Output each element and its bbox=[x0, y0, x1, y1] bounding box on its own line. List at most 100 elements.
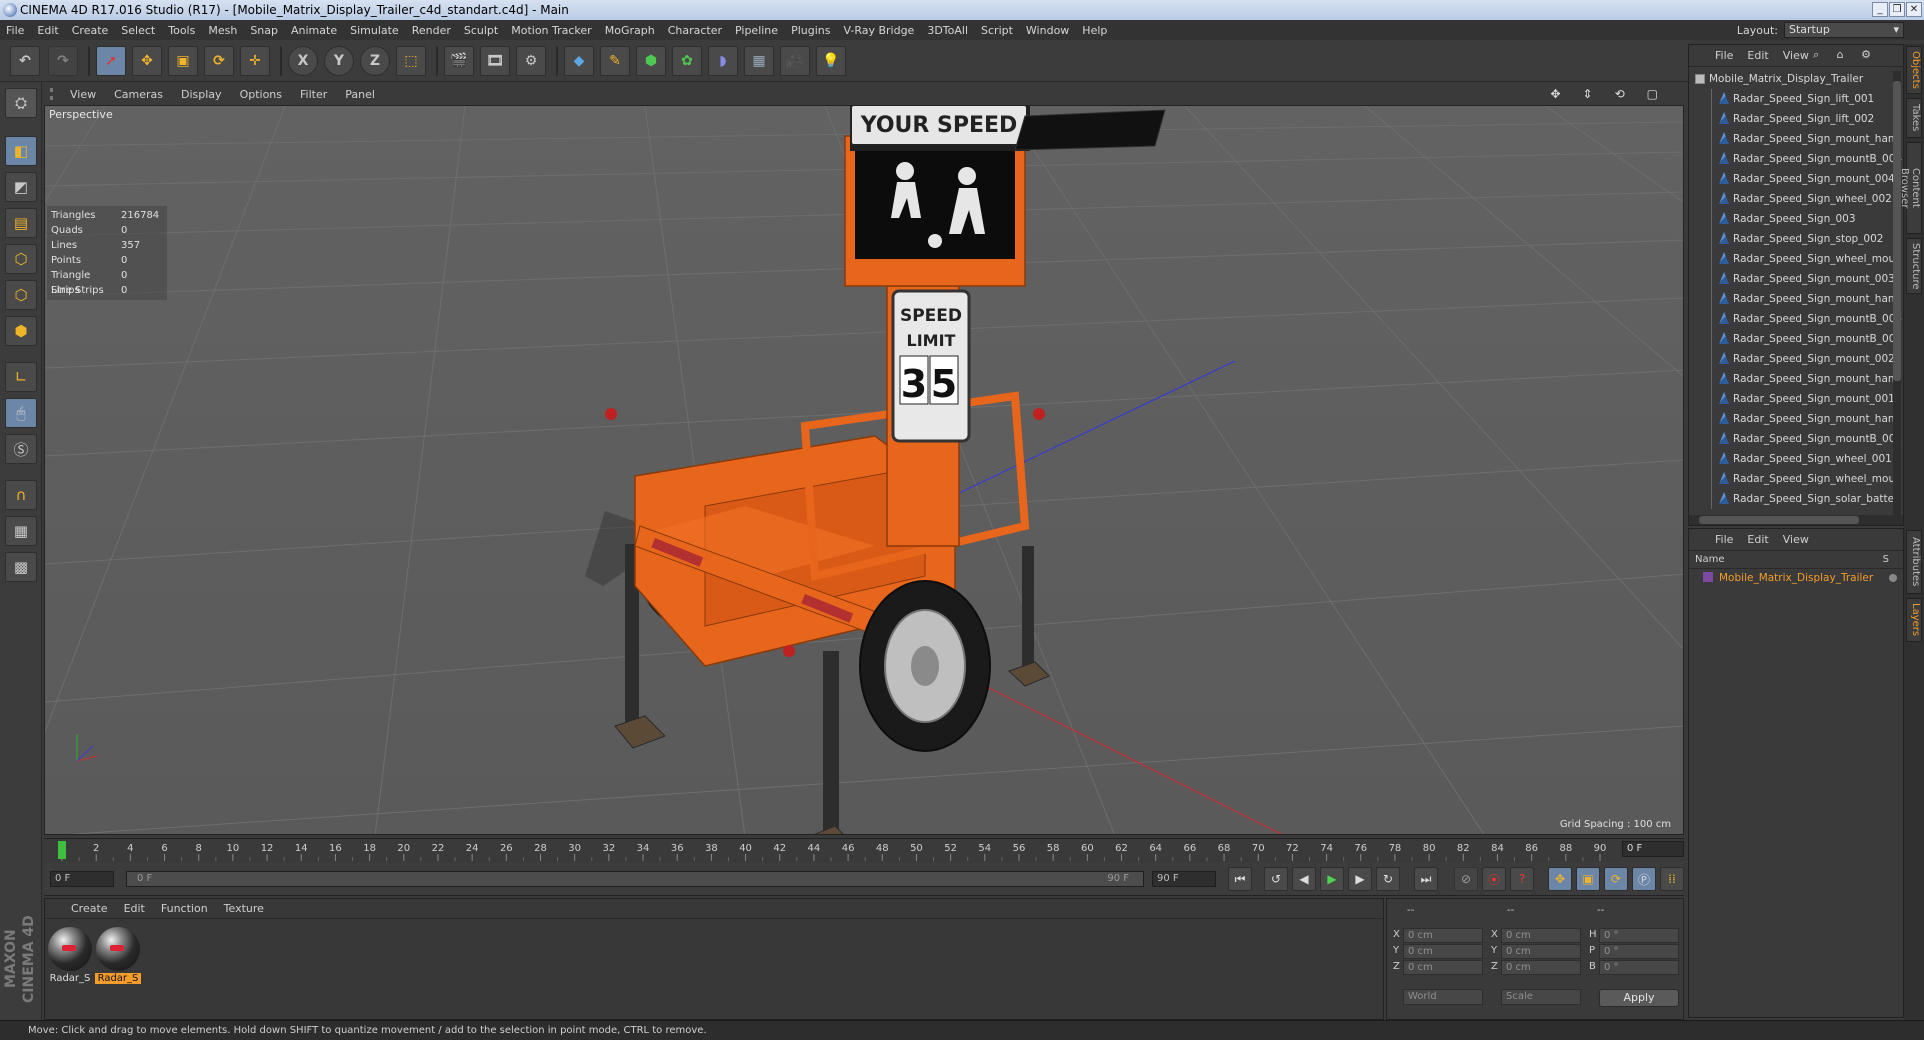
menu-help[interactable]: Help bbox=[1082, 24, 1107, 37]
floor-icon[interactable]: ▦ bbox=[744, 46, 774, 76]
close-button[interactable]: ✕ bbox=[1906, 2, 1922, 17]
tree-item[interactable]: Radar_Speed_Sign_wheel_mour bbox=[1689, 469, 1903, 489]
zoom-view-icon[interactable]: ⇕ bbox=[1583, 87, 1593, 101]
viewport-menu-panel[interactable]: Panel bbox=[345, 88, 375, 101]
x-axis-button[interactable]: X bbox=[288, 46, 318, 76]
camera-icon[interactable]: 🎥 bbox=[780, 46, 810, 76]
menu-sculpt[interactable]: Sculpt bbox=[464, 24, 498, 37]
tree-item-root[interactable]: Mobile_Matrix_Display_Trailer bbox=[1689, 69, 1903, 89]
minimize-button[interactable]: _ bbox=[1872, 2, 1888, 17]
coordinate-mode-dropdown[interactable]: World bbox=[1403, 989, 1483, 1005]
object-tree-hscrollbar[interactable] bbox=[1689, 515, 1903, 525]
tree-item[interactable]: Radar_Speed_Sign_lift_002 bbox=[1689, 109, 1903, 129]
points-mode-icon[interactable]: ⬡ bbox=[5, 244, 37, 274]
axis-mode-icon[interactable]: ∟ bbox=[5, 362, 37, 392]
viewport-menu-cameras[interactable]: Cameras bbox=[114, 88, 163, 101]
size-z-field[interactable]: 0 cm bbox=[1501, 960, 1581, 975]
settings-icon[interactable]: ⚙ bbox=[1861, 48, 1871, 61]
tree-item[interactable]: Radar_Speed_Sign_mountB_003 bbox=[1689, 309, 1903, 329]
timeline-ruler[interactable]: 0246810121416182022242628303234363840424… bbox=[44, 838, 1684, 861]
next-frame-icon[interactable]: ▶ bbox=[1348, 867, 1372, 891]
pen-icon[interactable]: ✎ bbox=[600, 46, 630, 76]
menu-script[interactable]: Script bbox=[981, 24, 1013, 37]
menu-motion-tracker[interactable]: Motion Tracker bbox=[511, 24, 591, 37]
material-swatch[interactable]: Radar_S bbox=[47, 927, 93, 984]
rotation-h-field[interactable]: 0 ° bbox=[1599, 928, 1679, 943]
go-to-end-icon[interactable]: ⏭ bbox=[1414, 867, 1438, 891]
select-icon[interactable]: ➚ bbox=[96, 46, 126, 76]
tree-item[interactable]: Radar_Speed_Sign_003 bbox=[1689, 209, 1903, 229]
render-settings-icon[interactable]: ⚙ bbox=[516, 46, 546, 76]
maximize-button[interactable]: ❐ bbox=[1889, 2, 1905, 17]
cube-icon[interactable]: ◆ bbox=[564, 46, 594, 76]
polygons-mode-icon[interactable]: ⬢ bbox=[5, 316, 37, 346]
layer-menu-file[interactable]: File bbox=[1715, 533, 1733, 546]
previous-frame-icon[interactable]: ◀ bbox=[1292, 867, 1316, 891]
viewport-menu-view[interactable]: View bbox=[70, 88, 96, 101]
transform-icon[interactable]: ✛ bbox=[240, 46, 270, 76]
redo-icon[interactable]: ↷ bbox=[48, 46, 78, 76]
toggle-view-icon[interactable]: ▢ bbox=[1647, 87, 1658, 101]
tree-item[interactable]: Radar_Speed_Sign_lift_001 bbox=[1689, 89, 1903, 109]
snap-icon[interactable]: Ⓢ bbox=[5, 434, 37, 464]
key-pla-icon[interactable]: ⁞⁞ bbox=[1660, 867, 1684, 891]
tree-item[interactable]: Radar_Speed_Sign_mount_002 bbox=[1689, 349, 1903, 369]
undo-icon[interactable]: ↶ bbox=[10, 46, 40, 76]
z-axis-button[interactable]: Z bbox=[360, 46, 390, 76]
lock-workplane-icon[interactable]: ▦ bbox=[5, 516, 37, 546]
size-mode-dropdown[interactable]: Scale bbox=[1501, 989, 1581, 1005]
tree-item[interactable]: Radar_Speed_Sign_wheel_mour bbox=[1689, 249, 1903, 269]
menu-character[interactable]: Character bbox=[668, 24, 722, 37]
current-frame-field[interactable]: 0 F bbox=[1622, 841, 1684, 857]
layer-menu-edit[interactable]: Edit bbox=[1747, 533, 1768, 546]
menu-plugins[interactable]: Plugins bbox=[791, 24, 830, 37]
menu-select[interactable]: Select bbox=[121, 24, 155, 37]
position-z-field[interactable]: 0 cm bbox=[1403, 960, 1483, 975]
cloner-icon[interactable]: ✿ bbox=[672, 46, 702, 76]
tab-structure[interactable]: Structure bbox=[1906, 238, 1922, 294]
next-key-icon[interactable]: ↻ bbox=[1376, 867, 1400, 891]
texture-mode-icon[interactable]: ◩ bbox=[5, 172, 37, 202]
move-icon[interactable]: ✥ bbox=[132, 46, 162, 76]
light-icon[interactable]: 💡 bbox=[816, 46, 846, 76]
key-scale-icon[interactable]: ▣ bbox=[1576, 867, 1600, 891]
position-x-field[interactable]: 0 cm bbox=[1403, 928, 1483, 943]
object-menu-view[interactable]: View bbox=[1783, 49, 1809, 62]
tree-item[interactable]: Radar_Speed_Sign_mount_hand bbox=[1689, 369, 1903, 389]
tree-item[interactable]: Radar_Speed_Sign_mountB_004 bbox=[1689, 149, 1903, 169]
material-swatch-selected[interactable]: Radar_S bbox=[95, 927, 141, 984]
tree-item[interactable]: Radar_Speed_Sign_mount_003 bbox=[1689, 269, 1903, 289]
timeline-playhead[interactable] bbox=[58, 841, 66, 859]
material-menu-create[interactable]: Create bbox=[71, 902, 108, 915]
size-y-field[interactable]: 0 cm bbox=[1501, 944, 1581, 959]
tree-item[interactable]: Radar_Speed_Sign_mount_hand bbox=[1689, 289, 1903, 309]
tree-item[interactable]: Radar_Speed_Sign_stop_002 bbox=[1689, 229, 1903, 249]
object-tree-scrollbar[interactable] bbox=[1893, 71, 1901, 515]
tab-layers[interactable]: Layers bbox=[1906, 598, 1922, 642]
key-rotation-icon[interactable]: ⟳ bbox=[1604, 867, 1628, 891]
tree-item[interactable]: Radar_Speed_Sign_wheel_001 bbox=[1689, 449, 1903, 469]
workplane-icon[interactable]: ▤ bbox=[5, 208, 37, 238]
menu-vray-bridge[interactable]: V-Ray Bridge bbox=[843, 24, 914, 37]
render-view-icon[interactable]: 🎬 bbox=[444, 46, 474, 76]
key-parameter-icon[interactable]: Ⓟ bbox=[1632, 867, 1656, 891]
key-position-icon[interactable]: ✥ bbox=[1548, 867, 1572, 891]
subdivision-icon[interactable]: ⬢ bbox=[636, 46, 666, 76]
tab-content-browser[interactable]: Content Browser bbox=[1899, 142, 1922, 234]
tree-item[interactable]: Radar_Speed_Sign_mount_hand bbox=[1689, 129, 1903, 149]
menu-tools[interactable]: Tools bbox=[168, 24, 195, 37]
layer-menu-view[interactable]: View bbox=[1783, 533, 1809, 546]
menu-file[interactable]: File bbox=[6, 24, 24, 37]
menu-render[interactable]: Render bbox=[412, 24, 451, 37]
start-frame-field[interactable]: 0 F bbox=[50, 871, 114, 887]
menu-simulate[interactable]: Simulate bbox=[350, 24, 399, 37]
viewport-menu-options[interactable]: Options bbox=[240, 88, 282, 101]
object-menu-edit[interactable]: Edit bbox=[1747, 49, 1768, 62]
record-keys-icon[interactable]: ⊘ bbox=[1454, 867, 1478, 891]
timeline-ticks[interactable]: 0246810121416182022242628303234363840424… bbox=[56, 839, 1606, 861]
y-axis-button[interactable]: Y bbox=[324, 46, 354, 76]
viewport-menu-filter[interactable]: Filter bbox=[300, 88, 327, 101]
object-menu-file[interactable]: File bbox=[1715, 49, 1733, 62]
tab-takes[interactable]: Takes bbox=[1906, 98, 1922, 138]
tree-item[interactable]: Radar_Speed_Sign_mount_001 bbox=[1689, 389, 1903, 409]
